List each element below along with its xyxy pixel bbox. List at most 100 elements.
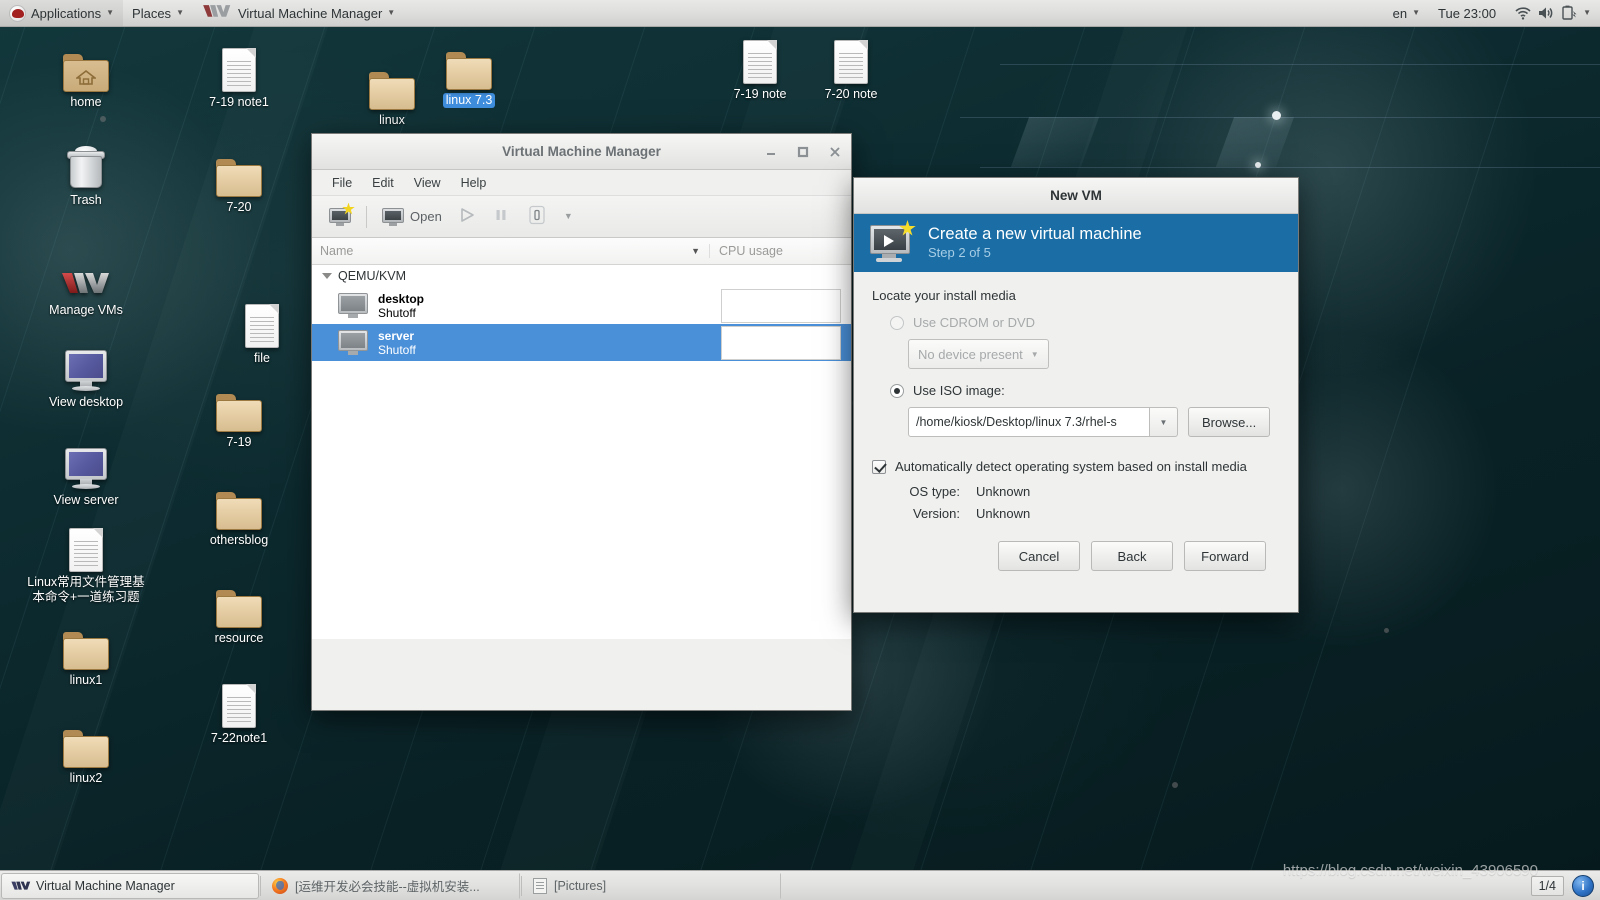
taskbar-item-firefox[interactable]: [运维开发必会技能--虚拟机安装... (262, 872, 520, 899)
iso-path-dropdown-button[interactable]: ▼ (1150, 407, 1178, 437)
cdrom-device-value: No device present (918, 346, 1023, 362)
forward-button[interactable]: Forward (1184, 541, 1266, 571)
column-header-name[interactable]: Name ▼ (312, 244, 710, 258)
keyboard-layout-menu[interactable]: en ▼ (1384, 0, 1429, 26)
chevron-down-icon: ▼ (1583, 8, 1591, 17)
desktop-icon-view-desktop[interactable]: View desktop (32, 340, 140, 410)
desktop-icon-label: linux2 (69, 771, 103, 785)
workspace-indicator[interactable]: 1/4 (1530, 875, 1564, 896)
desktop-icon-linux-7-3[interactable]: linux 7.3 (415, 38, 523, 108)
expander-triangle-icon[interactable] (322, 273, 332, 279)
info-icon[interactable]: i (1572, 874, 1594, 897)
table-row[interactable]: server Shutoff (312, 324, 851, 361)
vm-name: desktop (378, 291, 425, 306)
desktop-icon-trash[interactable]: Trash (32, 138, 140, 208)
trash-icon (32, 138, 140, 190)
version-row: Version: Unknown (890, 506, 1280, 521)
cdrom-radio[interactable] (890, 315, 904, 330)
chevron-down-icon: ▼ (387, 8, 396, 17)
desktop-icon-linux1[interactable]: linux1 (32, 618, 140, 688)
places-menu[interactable]: Places ▼ (123, 0, 193, 26)
folder-icon (185, 145, 293, 197)
desktop-icon-7-20[interactable]: 7-20 (185, 145, 293, 215)
new-vm-button[interactable] (322, 201, 358, 233)
desktop-icon-home[interactable]: home (32, 40, 140, 110)
vmm-toolbar: Open ▼ (312, 196, 851, 238)
os-type-value: Unknown (976, 484, 1031, 499)
os-type-key: OS type: (909, 484, 960, 499)
table-row[interactable]: desktop Shutoff (312, 287, 851, 324)
menu-view[interactable]: View (404, 174, 451, 192)
toolbar-more-button[interactable]: ▼ (557, 201, 580, 233)
chevron-down-icon: ▼ (563, 211, 573, 221)
column-header-name-label: Name (320, 244, 354, 258)
vm-status: Shutoff (378, 342, 416, 357)
vmm-titlebar: Virtual Machine Manager (312, 134, 851, 170)
places-menu-label: Places (132, 5, 172, 21)
virtual-machine-manager-window: Virtual Machine Manager File Edit View H… (311, 133, 852, 711)
applications-menu[interactable]: Applications ▼ (0, 0, 124, 26)
back-button[interactable]: Back (1091, 541, 1173, 571)
desktop-icon-othersblog[interactable]: othersblog (185, 478, 293, 548)
banner-title: Create a new virtual machine (928, 225, 1142, 243)
autodetect-checkbox[interactable] (872, 459, 886, 474)
taskbar-item-virtual-machine-manager[interactable]: Virtual Machine Manager (1, 872, 259, 899)
banner-step: Step 2 of 5 (928, 245, 991, 260)
clock[interactable]: Tue 23:00 (1429, 0, 1505, 26)
chevron-down-icon: ▼ (176, 8, 184, 17)
cdrom-radio-row[interactable]: Use CDROM or DVD (890, 315, 1280, 330)
desktop-icon-label: 7-20 (226, 200, 252, 214)
desktop-icon-7-19-note1[interactable]: 7-19 note1 (185, 40, 293, 110)
shutdown-vm-button[interactable] (519, 201, 555, 233)
close-button[interactable] (827, 144, 843, 160)
file-manager-icon (533, 877, 547, 894)
wifi-icon (1514, 5, 1532, 21)
desktop-icon-view-server[interactable]: View server (32, 438, 140, 508)
active-application-menu[interactable]: Virtual Machine Manager ▼ (193, 0, 404, 26)
vm-group-row[interactable]: QEMU/KVM (312, 265, 851, 287)
iso-path-input[interactable]: /home/kiosk/Desktop/linux 7.3/rhel-s (908, 407, 1150, 437)
menu-edit[interactable]: Edit (362, 174, 404, 192)
autodetect-row[interactable]: Automatically detect operating system ba… (872, 459, 1280, 474)
desktop-icon-linux-notes-doc[interactable]: Linux常用文件管理基本命令+一道练习题 (24, 520, 148, 605)
menu-help[interactable]: Help (451, 174, 497, 192)
new-vm-titlebar: New VM (854, 178, 1298, 214)
desktop-icon-7-22note1[interactable]: 7-22note1 (185, 676, 293, 746)
vm-logo-icon (32, 248, 140, 300)
desktop-icon-resource[interactable]: resource (185, 576, 293, 646)
monitor-icon (32, 438, 140, 490)
new-vm-dialog: New VM Create a new virtual machine Step… (853, 177, 1299, 613)
desktop-icon-label: View desktop (48, 395, 124, 409)
vmm-menubar: File Edit View Help (312, 170, 851, 196)
autodetect-label: Automatically detect operating system ba… (895, 459, 1247, 474)
desktop-icon-linux2[interactable]: linux2 (32, 716, 140, 786)
vm-name: server (378, 328, 415, 343)
taskbar-separator (260, 875, 261, 896)
run-vm-button[interactable] (451, 201, 483, 233)
home-folder-icon (32, 40, 140, 92)
desktop-icon-manage-vms[interactable]: Manage VMs (32, 248, 140, 318)
desktop-icon-7-20-note[interactable]: 7-20 note (797, 32, 905, 102)
browse-button[interactable]: Browse... (1188, 407, 1271, 437)
menu-file[interactable]: File (322, 174, 362, 192)
document-icon (208, 296, 316, 348)
clock-label: Tue 23:00 (1438, 5, 1497, 21)
cdrom-device-select[interactable]: No device present ▼ (908, 339, 1049, 369)
desktop-icon-file[interactable]: file (208, 296, 316, 366)
pause-icon (492, 206, 510, 227)
toolbar-separator (366, 205, 367, 228)
iso-radio-label: Use ISO image: (913, 383, 1005, 398)
iso-radio[interactable] (890, 383, 904, 398)
desktop-icon-7-19[interactable]: 7-19 (185, 380, 293, 450)
desktop-icon-label: Manage VMs (49, 303, 123, 317)
open-vm-button[interactable]: Open (375, 201, 449, 233)
iso-radio-row[interactable]: Use ISO image: (890, 383, 1280, 398)
column-header-cpu-usage[interactable]: CPU usage (710, 244, 851, 258)
folder-icon (185, 478, 293, 530)
cancel-button[interactable]: Cancel (998, 541, 1080, 571)
taskbar-item-pictures[interactable]: [Pictures] (523, 872, 781, 899)
pause-vm-button[interactable] (485, 201, 517, 233)
system-status-area[interactable]: ▼ (1505, 0, 1600, 26)
maximize-button[interactable] (795, 144, 811, 160)
minimize-button[interactable] (763, 144, 779, 160)
